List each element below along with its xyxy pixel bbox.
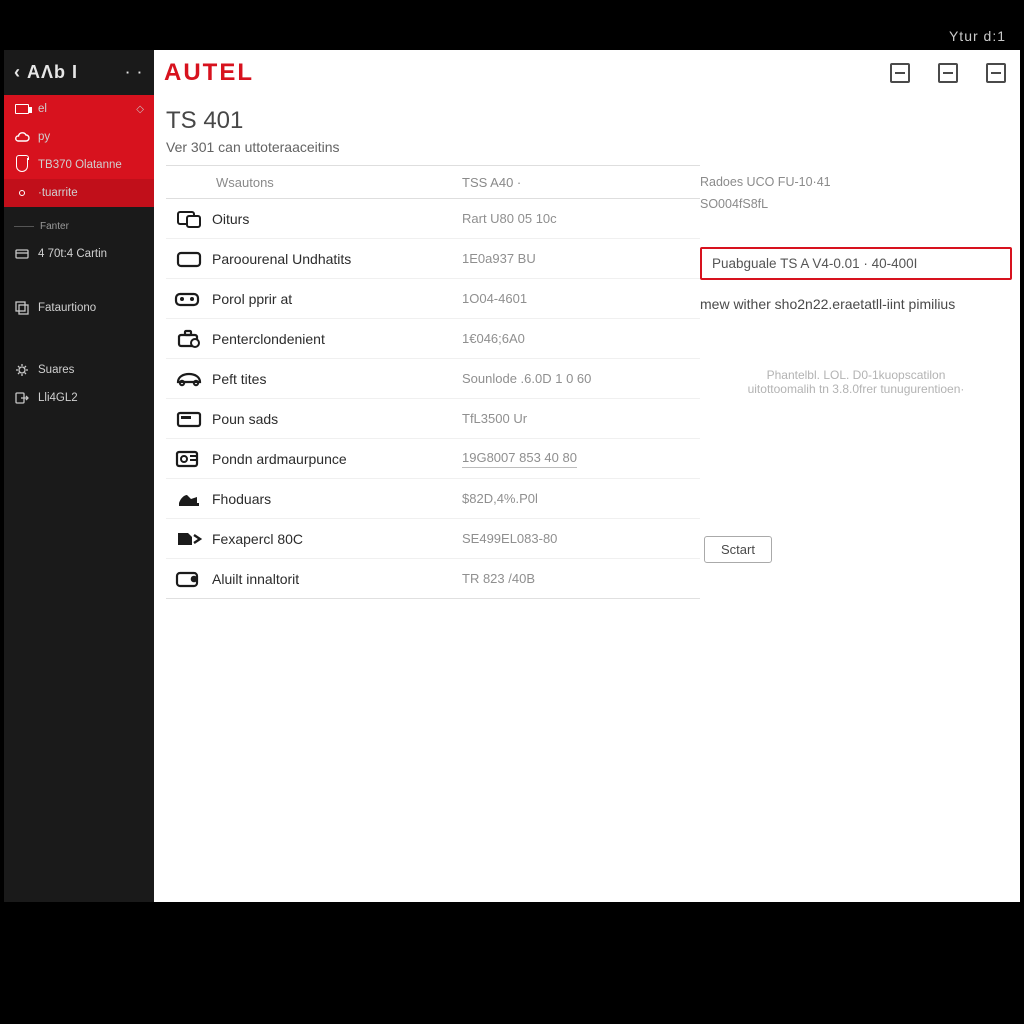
row-name: Porol pprir at bbox=[212, 291, 462, 307]
top-strip-right: AUTEL bbox=[154, 50, 1020, 95]
window-action-3-icon[interactable] bbox=[986, 63, 1006, 83]
card-icon bbox=[14, 247, 30, 261]
table-row[interactable]: Fhoduars$82D,4%.P0l bbox=[166, 479, 700, 519]
start-button[interactable]: Sctart bbox=[704, 536, 772, 563]
sidebar-item-6[interactable]: Suares bbox=[4, 356, 154, 384]
row-icon bbox=[166, 328, 212, 350]
top-dots[interactable]: · · bbox=[126, 65, 144, 80]
sidebar-item-label: ·tuarrite bbox=[38, 187, 144, 199]
row-name: Pondn ardmaurpunce bbox=[212, 451, 462, 467]
sidebar-item-label: Fataurtiono bbox=[38, 302, 144, 314]
row-name: Oiturs bbox=[212, 211, 462, 227]
top-strip: ‹ AΛb I · · AUTEL bbox=[4, 50, 1020, 95]
row-name: Poun sads bbox=[212, 411, 462, 427]
row-icon bbox=[166, 489, 212, 509]
row-value: SE499EL083-80 bbox=[462, 531, 700, 546]
table-row[interactable]: Peft titesSounlode .6.0D 1 0 60 bbox=[166, 359, 700, 399]
table-body: OitursRart U80 05 10cParoourenal Undhati… bbox=[166, 199, 700, 599]
info-fineprint-1: Phantelbl. LOL. D0-1kuopscatilon bbox=[700, 368, 1012, 382]
back-icon[interactable]: ‹ bbox=[14, 62, 21, 83]
info-description: mew wither sho2n22.eraetatll-iint pimili… bbox=[700, 296, 1012, 312]
sidebar-item-0[interactable]: el ◇ bbox=[4, 95, 154, 123]
row-icon bbox=[166, 448, 212, 470]
table-row[interactable]: Porol pprir at1O04-4601 bbox=[166, 279, 700, 319]
sidebar-item-label: 4 70t:4 Cartin bbox=[38, 248, 144, 260]
row-icon bbox=[166, 529, 212, 549]
sidebar: el ◇ py TB370 Olatanne ·tuarrite bbox=[4, 95, 154, 902]
top-strip-left: ‹ AΛb I · · bbox=[4, 50, 154, 95]
highlight-box[interactable]: Puabguale TS A V4-0.01 · 40-400I bbox=[700, 247, 1012, 280]
info-fineprint-2: uitottoomalih tn 3.8.0frer tunugurentioe… bbox=[700, 382, 1012, 396]
row-icon bbox=[166, 249, 212, 269]
row-name: Paroourenal Undhatits bbox=[212, 251, 462, 267]
sidebar-item-2[interactable]: TB370 Olatanne bbox=[4, 151, 154, 179]
cloud-icon bbox=[14, 130, 30, 144]
table-row[interactable]: OitursRart U80 05 10c bbox=[166, 199, 700, 239]
row-value: Sounlode .6.0D 1 0 60 bbox=[462, 371, 700, 386]
sidebar-item-label: py bbox=[38, 131, 144, 143]
table-header: Wsautons TSS A40 · bbox=[166, 165, 700, 199]
row-value: $82D,4%.P0l bbox=[462, 491, 700, 506]
page-subtitle: Ver 301 can uttoteraaceitins bbox=[166, 139, 1020, 155]
header-col-3: TSS A40 · bbox=[462, 175, 700, 190]
info-top-right: SO004fS8fL bbox=[700, 197, 1012, 211]
sidebar-item-4[interactable]: 4 70t:4 Cartin bbox=[4, 240, 154, 268]
logout-icon bbox=[14, 391, 30, 405]
row-icon bbox=[166, 289, 212, 309]
app-window: ‹ AΛb I · · AUTEL el ◇ bbox=[4, 50, 1020, 902]
layers-icon bbox=[14, 301, 30, 315]
row-name: Fhoduars bbox=[212, 491, 462, 507]
row-value: 1O04-4601 bbox=[462, 291, 700, 306]
row-icon bbox=[166, 208, 212, 230]
main-content: TS 401 Ver 301 can uttoteraaceitins Wsau… bbox=[154, 95, 1020, 902]
app-short-name: AΛb I bbox=[27, 62, 78, 83]
sidebar-item-3[interactable]: ·tuarrite bbox=[4, 179, 154, 207]
top-icon-group bbox=[890, 63, 1020, 83]
sidebar-primary-group: el ◇ py TB370 Olatanne ·tuarrite bbox=[4, 95, 154, 207]
sidebar-item-label: el bbox=[38, 103, 128, 115]
row-name: Peft tites bbox=[212, 371, 462, 387]
row-icon bbox=[166, 370, 212, 388]
sidebar-divider-1: Fanter bbox=[14, 221, 144, 232]
row-name: Fexapercl 80C bbox=[212, 531, 462, 547]
sidebar-divider-label: Fanter bbox=[40, 221, 69, 232]
window-action-1-icon[interactable] bbox=[890, 63, 910, 83]
table-row[interactable]: Fexapercl 80CSE499EL083-80 bbox=[166, 519, 700, 559]
header-col-2: Wsautons bbox=[212, 175, 462, 190]
row-value: 1€046;6A0 bbox=[462, 331, 700, 346]
row-icon bbox=[166, 569, 212, 589]
shield-icon bbox=[14, 158, 30, 172]
page-title: TS 401 bbox=[166, 107, 1020, 135]
row-name: Aluilt innaltorit bbox=[212, 571, 462, 587]
row-value: 19G8007 853 40 80 bbox=[462, 450, 700, 468]
info-top-left: Radoes UCO FU-10·41 bbox=[700, 175, 831, 189]
row-value: TfL3500 Ur bbox=[462, 411, 700, 426]
table-column: Wsautons TSS A40 · OitursRart U80 05 10c… bbox=[166, 165, 700, 599]
table-row[interactable]: Poun sadsTfL3500 Ur bbox=[166, 399, 700, 439]
row-name: Penterclondenient bbox=[212, 331, 462, 347]
table-row[interactable]: Aluilt innaltoritTR 823 /40B bbox=[166, 559, 700, 599]
brand-logo: AUTEL bbox=[164, 59, 254, 87]
monitor-icon bbox=[14, 102, 30, 116]
sidebar-item-7[interactable]: Lli4GL2 bbox=[4, 384, 154, 412]
sidebar-item-1[interactable]: py bbox=[4, 123, 154, 151]
gear-icon bbox=[14, 363, 30, 377]
window-action-2-icon[interactable] bbox=[938, 63, 958, 83]
app-body: el ◇ py TB370 Olatanne ·tuarrite bbox=[4, 95, 1020, 902]
row-icon bbox=[166, 409, 212, 429]
table-row[interactable]: Paroourenal Undhatits1E0a937 BU bbox=[166, 239, 700, 279]
sidebar-item-label: TB370 Olatanne bbox=[38, 159, 144, 171]
sidebar-item-label: Lli4GL2 bbox=[38, 392, 144, 404]
window-title: Ytur d:1 bbox=[949, 28, 1006, 44]
table-row[interactable]: Penterclondenient1€046;6A0 bbox=[166, 319, 700, 359]
row-value: Rart U80 05 10c bbox=[462, 211, 700, 226]
dot-icon bbox=[14, 186, 30, 200]
info-panel: Radoes UCO FU-10·41 SO004fS8fL Puabguale… bbox=[700, 165, 1020, 599]
chevron-icon: ◇ bbox=[136, 104, 144, 115]
table-row[interactable]: Pondn ardmaurpunce19G8007 853 40 80 bbox=[166, 439, 700, 479]
row-value: TR 823 /40B bbox=[462, 571, 700, 586]
row-value: 1E0a937 BU bbox=[462, 251, 700, 266]
sidebar-item-5[interactable]: Fataurtiono bbox=[4, 294, 154, 322]
sidebar-item-label: Suares bbox=[38, 364, 144, 376]
